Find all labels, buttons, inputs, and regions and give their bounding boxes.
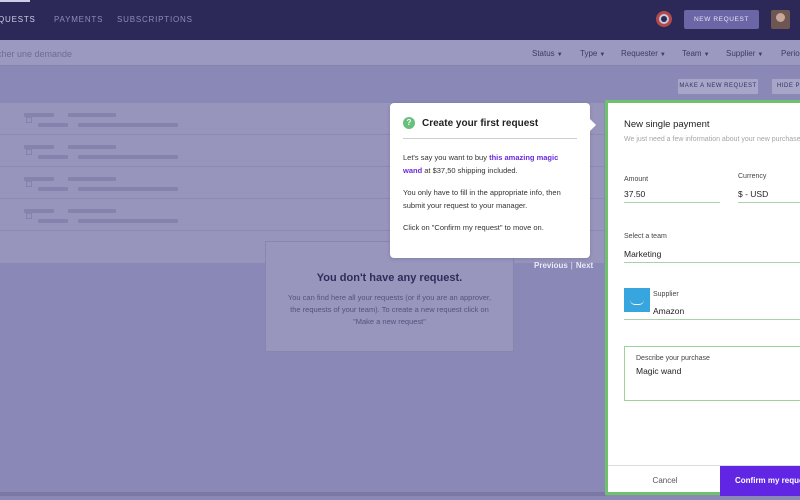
confirm-request-button[interactable]: Confirm my request	[720, 466, 800, 496]
tooltip-header: ? Create your first request	[403, 117, 577, 139]
new-payment-panel: New single payment We just need a few in…	[605, 100, 800, 496]
filter-type[interactable]: Type ▼	[580, 49, 605, 58]
panel-title: New single payment	[624, 119, 710, 130]
filter-supplier[interactable]: Supplier ▼	[726, 49, 763, 58]
supplier-label: Supplier	[653, 291, 679, 298]
tab-subscriptions[interactable]: SUBSCRIPTIONS	[117, 15, 193, 24]
empty-state-title: You don't have any request.	[316, 272, 463, 284]
question-icon: ?	[403, 117, 415, 129]
amount-field[interactable]: 37.50	[624, 189, 645, 199]
panel-subtitle: We just need a few information about you…	[624, 136, 800, 143]
caret-down-icon: ▼	[703, 52, 710, 58]
lifebuoy-icon[interactable]	[656, 11, 672, 27]
currency-select[interactable]: $ - USD	[738, 189, 768, 199]
caret-down-icon: ▼	[599, 52, 606, 58]
filter-bar: Status▼ Type▼ Requester▼ Team▼ Supplier▼…	[0, 40, 800, 66]
team-select[interactable]: Marketing	[624, 249, 661, 259]
team-label: Select a team	[624, 233, 667, 240]
description-textarea[interactable]: Describe your purchase Magic wand	[624, 346, 800, 401]
top-nav: QUESTS PAYMENTS SUBSCRIPTIONS NEW REQUES…	[0, 0, 800, 40]
caret-down-icon: ▼	[659, 52, 666, 58]
filter-team[interactable]: Team ▼	[682, 49, 710, 58]
hide-panel-button[interactable]: HIDE P	[771, 78, 800, 95]
search-input[interactable]	[0, 47, 194, 61]
row-checkbox[interactable]	[26, 149, 32, 155]
caret-down-icon: ▼	[757, 52, 764, 58]
amazon-logo-icon	[624, 288, 650, 312]
new-request-button[interactable]: NEW REQUEST	[684, 10, 759, 29]
tooltip-paragraph: Click on "Confirm my request" to move on…	[403, 223, 544, 232]
onboarding-tooltip: ? Create your first request Let's say yo…	[390, 103, 596, 258]
make-new-request-button[interactable]: MAKE A NEW REQUEST	[677, 78, 759, 95]
avatar[interactable]	[771, 10, 790, 29]
active-tab-indicator	[0, 0, 30, 2]
row-checkbox[interactable]	[26, 117, 32, 123]
pager-separator: |	[570, 261, 573, 270]
filter-status[interactable]: Status ▼	[532, 49, 563, 58]
empty-state-body: You can find here all your requests (or …	[287, 293, 492, 326]
pagination: Previous | Next	[534, 261, 593, 270]
tooltip-paragraph: You only have to fill in the appropriate…	[403, 188, 561, 210]
cancel-button[interactable]: Cancel	[608, 466, 722, 496]
description-value: Magic wand	[636, 366, 682, 376]
amount-label: Amount	[624, 176, 649, 183]
filter-requester[interactable]: Requester ▼	[621, 49, 666, 58]
tooltip-title: Create your first request	[422, 117, 539, 129]
supplier-field[interactable]: Amazon	[653, 306, 684, 316]
panel-footer: Cancel Confirm my request	[608, 465, 800, 496]
previous-link[interactable]: Previous	[534, 261, 568, 270]
row-checkbox[interactable]	[26, 181, 32, 187]
currency-label: Currency	[738, 173, 767, 180]
tab-requests[interactable]: QUESTS	[0, 15, 36, 24]
filter-period[interactable]: Perio	[781, 49, 800, 58]
next-link[interactable]: Next	[576, 261, 593, 270]
caret-down-icon: ▼	[556, 52, 563, 58]
description-label: Describe your purchase	[636, 355, 710, 362]
tooltip-paragraph: Let's say you want to buy this amazing m…	[403, 153, 559, 175]
tab-payments[interactable]: PAYMENTS	[54, 15, 103, 24]
scrollbar-track	[0, 492, 606, 496]
row-checkbox[interactable]	[26, 213, 32, 219]
